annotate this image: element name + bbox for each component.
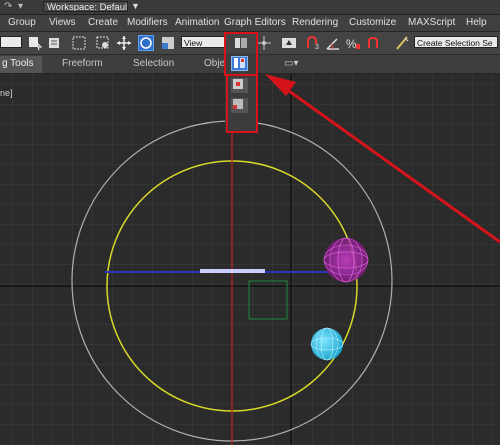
- select-by-name-icon[interactable]: [47, 35, 63, 51]
- menu-create[interactable]: Create: [88, 16, 118, 30]
- highlight-box-flyout: [226, 74, 258, 133]
- redo-icon[interactable]: ↷: [4, 1, 12, 12]
- menu-views[interactable]: Views: [49, 16, 76, 30]
- highlight-box-toolbar: [224, 32, 258, 76]
- select-manipulate-icon[interactable]: [256, 35, 272, 51]
- selection-filter-dropdown[interactable]: [0, 36, 22, 48]
- workspace-dropdown-arrow-icon[interactable]: ▼: [131, 1, 140, 11]
- rectangular-selection-icon[interactable]: [71, 35, 87, 51]
- keyboard-shortcut-icon[interactable]: [281, 35, 297, 51]
- menu-group[interactable]: Group: [8, 16, 36, 30]
- undo-icon[interactable]: ▾: [18, 1, 23, 12]
- magenta-sphere[interactable]: [323, 237, 369, 283]
- workspace-dropdown[interactable]: Workspace: Default: [43, 1, 128, 12]
- menu-maxscript[interactable]: MAXScript: [408, 16, 455, 30]
- named-selection-set-dropdown[interactable]: Create Selection Se: [414, 36, 498, 48]
- svg-text:%: %: [346, 37, 357, 51]
- select-and-rotate-icon[interactable]: [138, 35, 154, 51]
- title-bar: ↷ ▾ Workspace: Default ▼: [0, 0, 500, 15]
- edit-named-selection-icon[interactable]: [394, 35, 410, 51]
- menu-customize[interactable]: Customize: [349, 16, 396, 30]
- menu-bar: Group Views Create Modifiers Animation G…: [0, 15, 500, 32]
- svg-text:3: 3: [315, 44, 319, 51]
- tab-freeform[interactable]: Freeform: [62, 58, 103, 69]
- spinner-snap-icon[interactable]: [365, 35, 381, 51]
- viewport-label[interactable]: ne]: [0, 88, 13, 98]
- menu-modifiers[interactable]: Modifiers: [127, 16, 168, 30]
- menu-graph-editors[interactable]: Graph Editors: [224, 16, 286, 30]
- snaps-toggle-icon[interactable]: 3: [305, 35, 321, 51]
- reference-coordinate-dropdown[interactable]: View: [181, 36, 225, 48]
- cyan-sphere[interactable]: [310, 327, 344, 361]
- ribbon-options-icon[interactable]: ▭▾: [284, 58, 298, 69]
- select-and-scale-icon[interactable]: [160, 35, 176, 51]
- select-and-move-icon[interactable]: [116, 35, 132, 51]
- percent-snap-icon[interactable]: %: [345, 35, 361, 51]
- menu-rendering[interactable]: Rendering: [292, 16, 338, 30]
- menu-animation[interactable]: Animation: [175, 16, 219, 30]
- select-object-icon[interactable]: [27, 35, 43, 51]
- menu-help[interactable]: Help: [466, 16, 487, 30]
- tab-modeling-tools[interactable]: g Tools: [0, 56, 42, 73]
- window-crossing-icon[interactable]: [95, 35, 111, 51]
- tab-selection[interactable]: Selection: [133, 58, 174, 69]
- tab-object-paint[interactable]: Obje: [204, 58, 225, 69]
- angle-snap-icon[interactable]: [325, 35, 341, 51]
